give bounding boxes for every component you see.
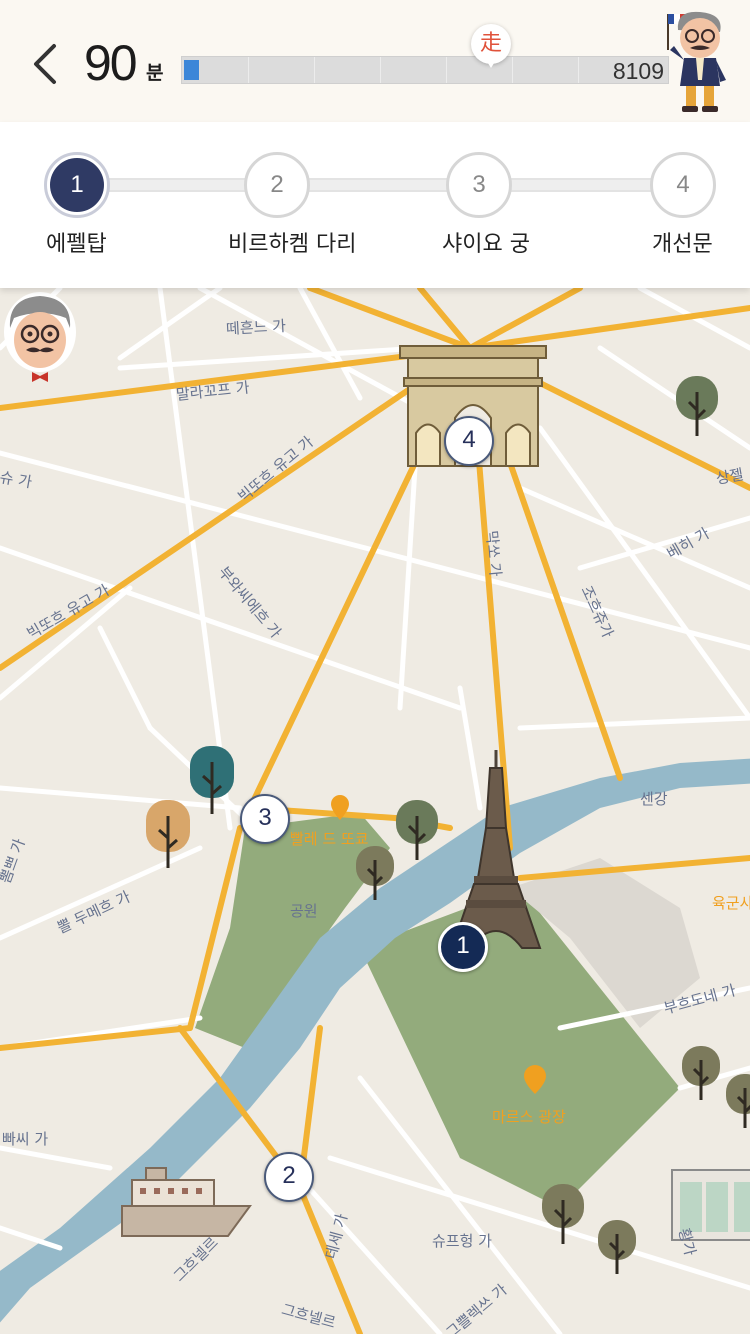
tree-icon (676, 376, 718, 436)
tree-icon (726, 1074, 750, 1128)
tree-icon (396, 800, 438, 860)
tree-icon (356, 846, 394, 900)
step-number: 1 (50, 158, 104, 212)
time-unit: 분 (146, 62, 164, 84)
user-location-avatar[interactable] (0, 288, 80, 388)
tree-icon (682, 1046, 720, 1100)
step-label-3[interactable]: 샤이요 궁 (442, 226, 530, 258)
step-number: 4 (656, 158, 710, 212)
step-number: 3 (452, 158, 506, 212)
map-view[interactable]: 떼흔느 가 말라꼬프 가 빅또흐 유고 가 빅또흐 유고 가 부와씨에흐 가 막… (0, 288, 750, 1334)
app-screen: 떼흔느 가 말라꼬프 가 빅또흐 유고 가 빅또흐 유고 가 부와씨에흐 가 막… (0, 0, 750, 1334)
step-label-2[interactable]: 비르하켐 다리 (228, 226, 356, 258)
map-canvas[interactable] (0, 288, 750, 1334)
street-label: 슈프헝 가 (432, 1232, 492, 1250)
step-1[interactable]: 1 (44, 152, 110, 218)
route-pin-3[interactable]: 3 (240, 794, 290, 844)
steps-connector (76, 178, 682, 192)
header-bar: 90 분 8109 走 (0, 0, 750, 122)
route-steps-panel: 1 에펠탑 2 비르하켐 다리 3 샤이요 궁 4 개선문 (0, 122, 750, 288)
street-label: 떼흔느 가 (225, 316, 287, 338)
time-value: 90 (84, 35, 138, 91)
mascot-character-icon (667, 11, 726, 112)
step-2[interactable]: 2 (244, 152, 310, 218)
poi-label[interactable]: 육군사 (712, 892, 750, 913)
chevron-left-icon[interactable] (26, 36, 66, 92)
route-pin-2[interactable]: 2 (264, 1152, 314, 1202)
tree-icon (190, 746, 234, 814)
street-label: 막쏘 가 (482, 529, 505, 578)
step-3[interactable]: 3 (446, 152, 512, 218)
tree-icon (542, 1184, 584, 1244)
street-label: 공원 (290, 902, 318, 920)
step-number: 2 (250, 158, 304, 212)
walk-progress-fill (184, 60, 199, 80)
walk-marker-icon: 走 (471, 24, 511, 68)
route-pin-1[interactable]: 1 (438, 922, 488, 972)
poi-label[interactable]: 마르스 광장 (492, 1106, 566, 1127)
street-label: 센강 (640, 790, 668, 808)
step-4[interactable]: 4 (650, 152, 716, 218)
step-label-1[interactable]: 에펠탑 (46, 226, 107, 258)
tree-icon (598, 1220, 636, 1274)
walk-progress-bar: 8109 (181, 56, 669, 84)
street-label: 빠씨 가 (2, 1130, 49, 1148)
progress-total: 8109 (612, 58, 664, 84)
route-pin-4[interactable]: 4 (444, 416, 494, 466)
tree-icon (146, 800, 190, 868)
step-label-4[interactable]: 개선문 (652, 226, 713, 258)
